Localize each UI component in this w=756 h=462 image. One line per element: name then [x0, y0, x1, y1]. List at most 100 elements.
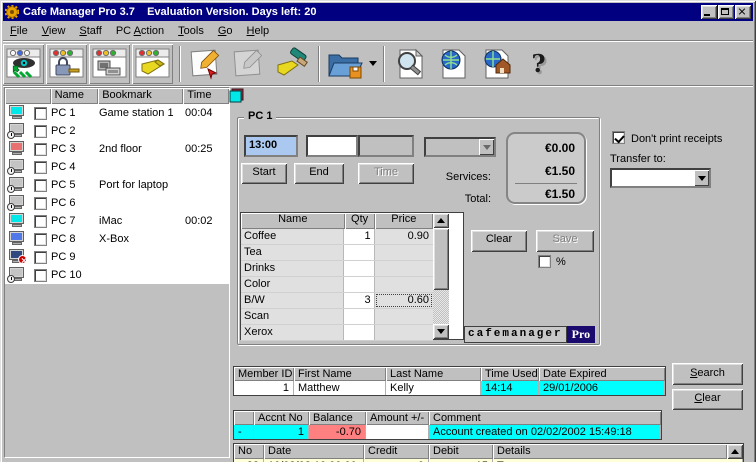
web-document-button[interactable] [432, 44, 473, 84]
start-time-field[interactable]: 13:00 [244, 135, 298, 157]
totals-panel: €0.00 €1.50 €1.50 [506, 132, 586, 204]
end-time-field[interactable] [306, 135, 358, 157]
scroll-thumb[interactable] [433, 228, 449, 290]
clear-services-button[interactable]: Clear [471, 230, 527, 252]
pc-checkbox[interactable] [33, 142, 47, 156]
pc-row[interactable]: PC 5 Port for laptop [5, 176, 229, 194]
menu-staff[interactable]: Staff [72, 23, 108, 39]
member-date-expired: 29/01/2006 [539, 381, 665, 395]
pc-checkbox[interactable] [33, 160, 47, 174]
service-row[interactable]: Color [241, 277, 433, 293]
edit-services-button[interactable] [185, 44, 226, 84]
service-row[interactable]: Drinks [241, 261, 433, 277]
pc-overview-icon [6, 48, 40, 78]
pages-icon [229, 88, 245, 104]
pc-row[interactable]: PC 4 [5, 158, 229, 176]
pc-row[interactable]: PC 9 [5, 248, 229, 266]
pc-row[interactable]: PC 6 [5, 194, 229, 212]
end-button[interactable]: End [294, 163, 344, 184]
scroll-down-button[interactable] [433, 324, 449, 339]
pc-checkbox[interactable] [33, 106, 47, 120]
pc-overview-button[interactable] [3, 44, 44, 84]
pc-hardware-button[interactable] [89, 44, 130, 84]
maximize-button[interactable] [718, 5, 734, 19]
percent-label: % [556, 256, 566, 268]
dont-print-checkbox[interactable] [612, 131, 625, 144]
find-document-button[interactable] [389, 44, 430, 84]
pc-row[interactable]: PC 2 [5, 122, 229, 140]
pc-row[interactable]: PC 8 X-Box [5, 230, 229, 248]
transactions-scroll-up[interactable] [727, 444, 743, 459]
search-button[interactable]: Search [672, 363, 743, 385]
account-amount-field[interactable] [366, 425, 429, 439]
time-amount: €0.00 [544, 141, 575, 155]
menu-help[interactable]: Help [240, 23, 277, 39]
member-last-name: Kelly [386, 381, 481, 395]
pc-bookmark: iMac [99, 215, 123, 227]
account-header: Accnt No Balance Amount +/- Comment [234, 411, 661, 425]
percent-checkbox[interactable] [538, 255, 551, 268]
pc-checkbox[interactable] [33, 232, 47, 246]
service-row[interactable]: Tea [241, 245, 433, 261]
start-button[interactable]: Start [241, 163, 287, 184]
minimize-button[interactable] [701, 5, 717, 19]
pc-list-panel: Name Bookmark Time PC 1 Game station 1 0… [4, 87, 230, 458]
open-folder-button[interactable] [324, 44, 365, 84]
header-bookmark[interactable]: Bookmark [98, 88, 184, 104]
transfer-to-combobox[interactable] [610, 168, 711, 188]
edit-services-disabled-button [228, 44, 269, 84]
pc-bookmark: Port for laptop [99, 179, 169, 191]
edit-services-disabled-icon [233, 49, 262, 76]
pc-row[interactable]: PC 10 [5, 266, 229, 284]
pc-lock-button[interactable] [46, 44, 87, 84]
pc-checkbox[interactable] [33, 178, 47, 192]
web-home-document-button[interactable] [475, 44, 516, 84]
header-name[interactable]: Name [50, 88, 99, 104]
service-row[interactable]: Coffee 1 0.90 [241, 229, 433, 245]
pc-checkbox[interactable] [33, 124, 47, 138]
pc-checkbox[interactable] [33, 214, 47, 228]
header-icon-col[interactable] [5, 88, 51, 104]
pc-status-icon [7, 105, 27, 121]
help-button[interactable]: ? [518, 44, 559, 84]
services-scrollbar[interactable] [433, 213, 449, 339]
scroll-up-button[interactable] [433, 213, 449, 228]
pc-status-icon [7, 231, 27, 247]
rate-combo-arrow [479, 139, 494, 155]
service-row[interactable]: B/W 3 0.60 [241, 293, 433, 309]
pc-row[interactable]: PC 3 2nd floor 00:25 [5, 140, 229, 158]
title-bar[interactable]: Cafe Manager Pro 3.7 Evaluation Version.… [3, 3, 753, 21]
pc-row[interactable]: PC 1 Game station 1 00:04 [5, 104, 229, 122]
services-header-name: Name [241, 213, 345, 229]
close-button[interactable] [735, 5, 751, 19]
service-row[interactable]: Xerox [241, 325, 433, 341]
pc-checkbox[interactable] [33, 268, 47, 282]
pc-name: PC 7 [51, 215, 76, 227]
menu-view[interactable]: View [35, 23, 73, 39]
pc-row[interactable]: PC 7 iMac 00:02 [5, 212, 229, 230]
menu-go[interactable]: Go [211, 23, 240, 39]
folder-dropdown-arrow[interactable] [367, 44, 379, 84]
menu-tools[interactable]: Tools [171, 23, 211, 39]
clean-pc-button[interactable] [271, 44, 312, 84]
web-document-icon [441, 49, 465, 78]
member-row[interactable]: 1 Matthew Kelly 14:14 29/01/2006 [234, 381, 665, 395]
header-time[interactable]: Time [183, 88, 230, 104]
account-row[interactable]: - 1 -0.70 Account created on 02/02/2002 … [234, 425, 661, 439]
services-header-price: Price [374, 213, 434, 229]
menu-pc-action[interactable]: PC Action [109, 23, 171, 39]
account-comment: Account created on 02/02/2002 15:49:18 [429, 425, 661, 439]
menu-file[interactable]: File [3, 23, 35, 39]
transactions-table: No Date Credit Debit Details 22 10/02/02… [233, 443, 744, 462]
pc-status-icon [7, 141, 27, 157]
pc-checkbox[interactable] [33, 196, 47, 210]
pc-list: Name Bookmark Time PC 1 Game station 1 0… [5, 88, 230, 284]
clear-member-button[interactable]: Clear [672, 389, 743, 410]
save-services-button: Save [536, 230, 594, 252]
pc-notes-button[interactable] [132, 44, 173, 84]
pc-checkbox[interactable] [33, 250, 47, 264]
toolbar-separator [318, 45, 320, 82]
service-row[interactable]: Scan [241, 309, 433, 325]
pc-name: PC 8 [51, 233, 76, 245]
transfer-combo-arrow[interactable] [694, 170, 709, 186]
